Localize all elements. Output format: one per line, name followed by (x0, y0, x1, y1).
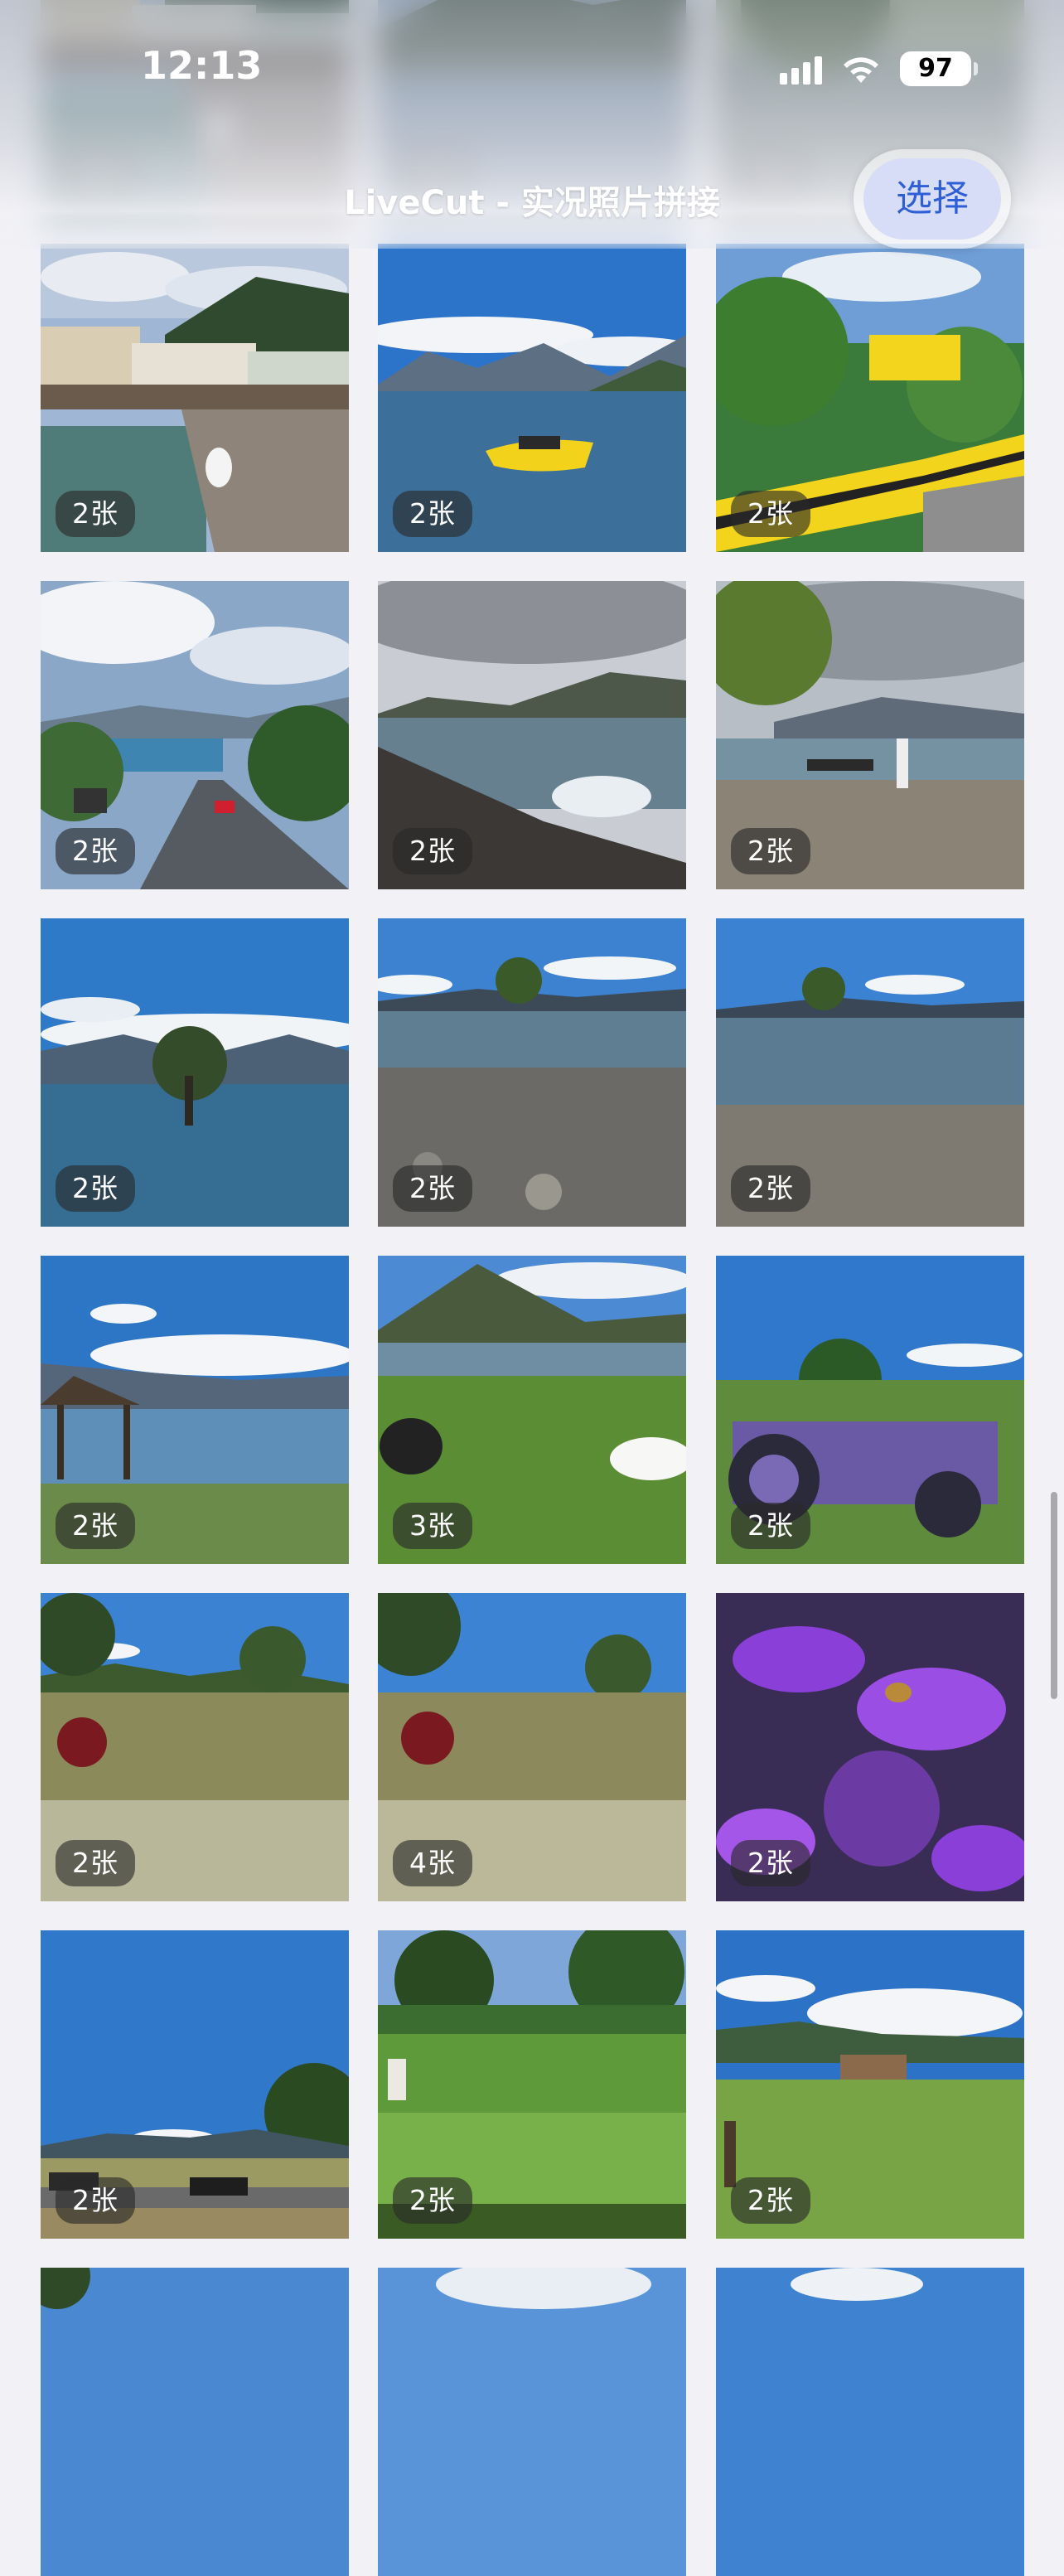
photo-count-badge: 2张 (731, 828, 810, 874)
photo-count-badge: 2张 (731, 491, 810, 537)
photo-tile[interactable]: 2张 (378, 244, 686, 552)
photo-tile[interactable]: 2张 (41, 1593, 349, 1901)
status-icons: 97 (780, 51, 978, 86)
photo-count-badge: 2张 (56, 1840, 135, 1886)
photo-count-badge: 2张 (56, 491, 135, 537)
photo-tile[interactable]: 2张 (378, 1930, 686, 2239)
select-button-label: 选择 (863, 158, 1001, 240)
photo-tile[interactable]: 2张 (41, 1930, 349, 2239)
scroll-indicator[interactable] (1051, 1492, 1057, 1699)
photo-thumbnail (41, 2268, 349, 2576)
battery-icon: 97 (900, 51, 978, 86)
photo-thumbnail (378, 2268, 686, 2576)
photo-thumbnail (716, 2268, 1024, 2576)
photo-tile[interactable]: 2张 (41, 918, 349, 1227)
photo-grid: 2张 2张 2张 2张 2张 2张 2张 2张 2张 2张 3张 2张 2张 4… (0, 0, 1064, 2576)
photo-count-badge: 2张 (731, 1840, 810, 1886)
select-button[interactable]: 选择 (854, 149, 1011, 249)
photo-tile[interactable]: 4张 (378, 1593, 686, 1901)
photo-count-badge: 2张 (393, 2177, 472, 2224)
photo-tile[interactable]: 2张 (716, 581, 1024, 889)
photo-tile[interactable]: 2张 (716, 1930, 1024, 2239)
cellular-signal-icon (780, 53, 822, 85)
status-time: 12:13 (141, 43, 263, 88)
photo-count-badge: 4张 (393, 1840, 472, 1886)
photo-count-badge: 2张 (56, 1503, 135, 1549)
photo-tile[interactable]: 2张 (41, 1256, 349, 1564)
photo-tile[interactable]: 2张 (716, 918, 1024, 1227)
photo-count-badge: 2张 (56, 828, 135, 874)
photo-tile[interactable] (378, 2268, 686, 2576)
photo-tile[interactable]: 2张 (716, 1593, 1024, 1901)
photo-tile[interactable] (41, 2268, 349, 2576)
wifi-icon (844, 57, 878, 83)
photo-count-badge: 2张 (393, 828, 472, 874)
photo-count-badge: 2张 (731, 1503, 810, 1549)
photo-tile[interactable]: 3张 (378, 1256, 686, 1564)
photo-tile[interactable]: 2张 (378, 918, 686, 1227)
photo-count-badge: 2张 (56, 2177, 135, 2224)
photo-tile[interactable] (716, 2268, 1024, 2576)
photo-count-badge: 2张 (731, 1165, 810, 1212)
nav-header: 12:13 97 LiveCut - 实况照片拼接 选择 (0, 0, 1064, 249)
photo-count-badge: 3张 (393, 1503, 472, 1549)
photo-count-badge: 2张 (731, 2177, 810, 2224)
photo-tile[interactable]: 2张 (716, 244, 1024, 552)
photo-tile[interactable]: 2张 (378, 581, 686, 889)
photo-tile[interactable]: 2张 (716, 1256, 1024, 1564)
photo-count-badge: 2张 (393, 1165, 472, 1212)
photo-count-badge: 2张 (393, 491, 472, 537)
photo-count-badge: 2张 (56, 1165, 135, 1212)
photo-tile[interactable]: 2张 (41, 244, 349, 552)
photo-tile[interactable]: 2张 (41, 581, 349, 889)
